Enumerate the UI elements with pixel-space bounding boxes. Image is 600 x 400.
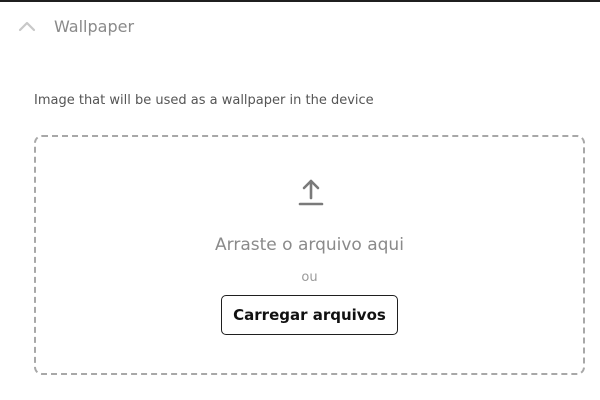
wallpaper-section-header[interactable]: Wallpaper: [0, 2, 600, 54]
section-description: Image that will be used as a wallpaper i…: [34, 93, 374, 108]
wallpaper-settings-panel: Wallpaper Image that will be used as a w…: [0, 0, 600, 400]
upload-icon: [298, 179, 324, 206]
drop-instruction: Arraste o arquivo aqui: [215, 235, 404, 255]
chevron-up-icon[interactable]: [18, 18, 36, 36]
upload-files-button[interactable]: Carregar arquivos: [221, 295, 398, 335]
section-title: Wallpaper: [54, 17, 135, 36]
or-separator: ou: [301, 270, 318, 285]
file-dropzone[interactable]: Arraste o arquivo aqui ou Carregar arqui…: [34, 135, 585, 375]
